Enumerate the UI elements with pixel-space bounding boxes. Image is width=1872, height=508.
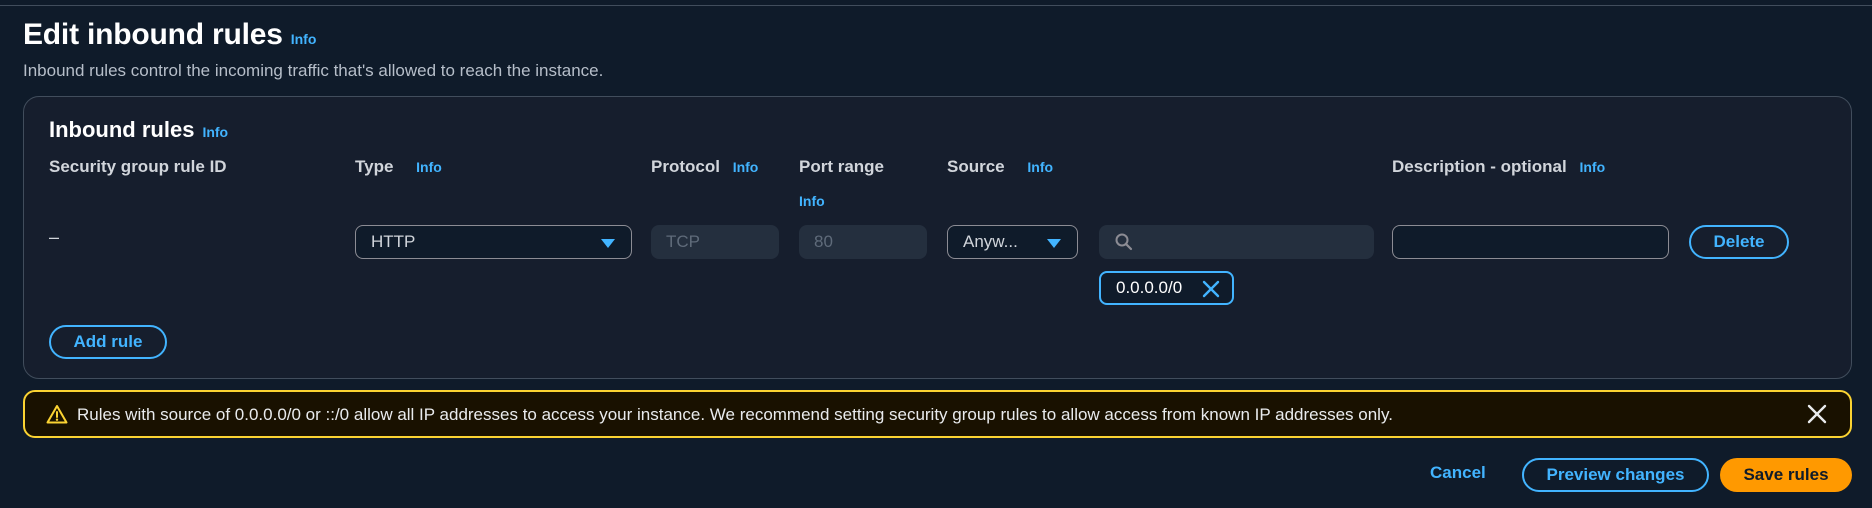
description-info-link[interactable]: Info <box>1579 159 1605 175</box>
source-token-label: 0.0.0.0/0 <box>1116 278 1183 297</box>
port-range-value: 80 <box>814 232 833 251</box>
column-port-range: Port range <box>799 157 884 177</box>
port-range-field: 80 <box>799 225 927 259</box>
column-source-label: Source <box>947 157 1005 176</box>
page-title: Edit inbound rules <box>23 18 283 51</box>
source-search-input[interactable] <box>1099 225 1374 259</box>
type-info-link[interactable]: Info <box>416 159 442 175</box>
source-token: 0.0.0.0/0 <box>1099 271 1234 305</box>
page-header: Edit inbound rules Info Inbound rules co… <box>23 18 603 81</box>
search-icon <box>1115 233 1133 251</box>
column-description: Description - optional Info <box>1392 157 1605 177</box>
cancel-button[interactable]: Cancel <box>1430 463 1486 483</box>
rule-id-value: – <box>49 227 60 247</box>
source-select-value: Anyw... <box>963 232 1018 251</box>
inbound-rules-panel: Inbound rules Info Security group rule I… <box>23 96 1852 379</box>
column-type: Type Info <box>355 157 442 177</box>
protocol-field: TCP <box>651 225 779 259</box>
panel-title-info-link[interactable]: Info <box>202 124 228 140</box>
column-rule-id: Security group rule ID <box>49 157 227 177</box>
warning-alert: Rules with source of 0.0.0.0/0 or ::/0 a… <box>23 390 1852 438</box>
source-select[interactable]: Anyw... <box>947 225 1078 259</box>
add-rule-button[interactable]: Add rule <box>49 325 167 359</box>
column-rule-id-label: Security group rule ID <box>49 157 227 176</box>
type-select-value: HTTP <box>371 232 416 251</box>
top-divider <box>0 0 1872 6</box>
protocol-info-link[interactable]: Info <box>733 159 759 175</box>
source-info-link[interactable]: Info <box>1027 159 1053 175</box>
page-title-info-link[interactable]: Info <box>291 31 317 47</box>
panel-title-row: Inbound rules Info <box>49 117 228 143</box>
column-port-range-label: Port range <box>799 157 885 176</box>
panel-title: Inbound rules <box>49 117 195 142</box>
column-protocol-label: Protocol <box>651 157 720 176</box>
save-rules-button[interactable]: Save rules <box>1720 458 1852 492</box>
remove-token-icon[interactable] <box>1202 280 1220 298</box>
column-description-label: Description - optional <box>1392 157 1567 176</box>
description-input[interactable] <box>1392 225 1669 259</box>
column-protocol: Protocol Info <box>651 157 758 177</box>
delete-rule-button[interactable]: Delete <box>1689 225 1789 259</box>
type-select[interactable]: HTTP <box>355 225 632 259</box>
column-type-label: Type <box>355 157 394 176</box>
warning-message: Rules with source of 0.0.0.0/0 or ::/0 a… <box>77 405 1393 424</box>
protocol-value: TCP <box>666 232 700 251</box>
column-source: Source Info <box>947 157 1053 177</box>
close-icon[interactable] <box>1806 403 1828 425</box>
preview-changes-button[interactable]: Preview changes <box>1522 458 1709 492</box>
page-subtitle: Inbound rules control the incoming traff… <box>23 61 604 80</box>
port-range-info-link[interactable]: Info <box>799 193 825 209</box>
caret-down-icon <box>1047 239 1061 248</box>
caret-down-icon <box>601 239 615 248</box>
warning-icon <box>46 405 68 424</box>
